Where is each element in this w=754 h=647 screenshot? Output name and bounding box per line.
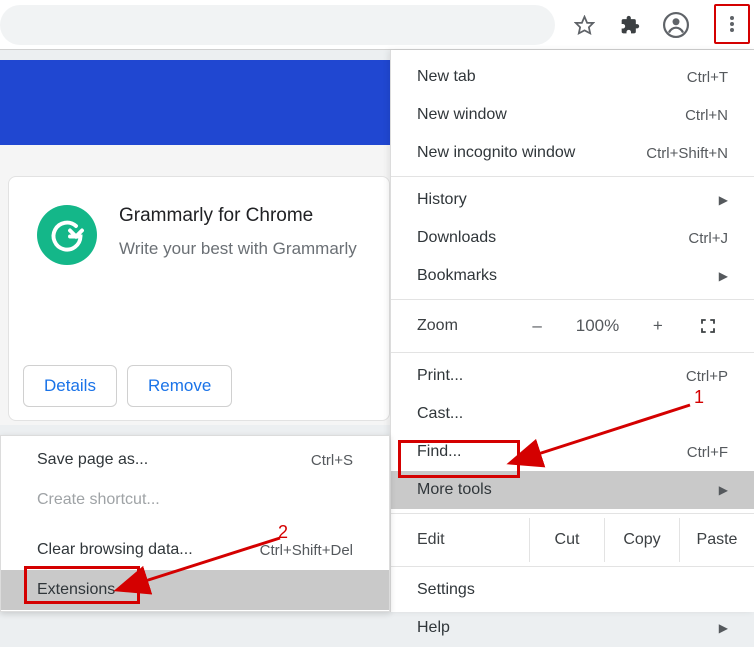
menu-label: Print... <box>417 367 463 385</box>
menu-label: Find... <box>417 443 461 461</box>
submenu-save-page[interactable]: Save page as... Ctrl+S <box>1 440 389 480</box>
more-menu-button[interactable] <box>714 4 750 44</box>
remove-button[interactable]: Remove <box>127 365 232 407</box>
menu-help[interactable]: Help ▶ <box>391 609 754 647</box>
kebab-dot-icon <box>730 22 734 26</box>
menu-shortcut: Ctrl+F <box>687 444 728 461</box>
menu-new-window[interactable]: New window Ctrl+N <box>391 96 754 134</box>
extension-title: Grammarly for Chrome <box>119 205 313 227</box>
menu-label: Cast... <box>417 405 463 423</box>
extension-card: Grammarly for Chrome Write your best wit… <box>8 176 390 421</box>
menu-separator <box>391 352 754 353</box>
grammarly-logo-icon <box>37 205 97 265</box>
menu-separator <box>391 299 754 300</box>
submenu-arrow-icon: ▶ <box>719 269 728 283</box>
submenu-label: Extensions <box>37 581 115 599</box>
menu-bookmarks[interactable]: Bookmarks ▶ <box>391 257 754 295</box>
star-icon[interactable] <box>568 9 600 41</box>
chrome-main-menu: New tab Ctrl+T New window Ctrl+N New inc… <box>390 50 754 612</box>
menu-label: New incognito window <box>417 144 575 162</box>
menu-zoom: Zoom – 100% + <box>391 304 754 348</box>
store-banner <box>0 60 390 145</box>
menu-label: Settings <box>417 581 475 599</box>
submenu-label: Clear browsing data... <box>37 541 193 559</box>
menu-shortcut: Ctrl+N <box>685 107 728 124</box>
submenu-arrow-icon: ▶ <box>719 193 728 207</box>
menu-edit: Edit Cut Copy Paste <box>391 518 754 562</box>
menu-shortcut: Ctrl+J <box>688 230 728 247</box>
menu-label: New window <box>417 106 507 124</box>
menu-incognito[interactable]: New incognito window Ctrl+Shift+N <box>391 134 754 172</box>
menu-shortcut: Ctrl+T <box>687 69 728 86</box>
extensions-icon[interactable] <box>614 9 646 41</box>
submenu-arrow-icon: ▶ <box>719 621 728 635</box>
menu-shortcut: Ctrl+Shift+N <box>646 145 728 162</box>
submenu-shortcut: Ctrl+Shift+Del <box>260 542 353 559</box>
edit-paste-button[interactable]: Paste <box>679 518 754 562</box>
menu-settings[interactable]: Settings <box>391 571 754 609</box>
menu-label: History <box>417 191 467 209</box>
menu-label: Downloads <box>417 229 496 247</box>
browser-toolbar <box>0 0 754 50</box>
edit-copy-button[interactable]: Copy <box>604 518 679 562</box>
zoom-out-button[interactable]: – <box>507 316 567 336</box>
submenu-create-shortcut: Create shortcut... <box>1 480 389 520</box>
more-tools-submenu: Save page as... Ctrl+S Create shortcut..… <box>0 435 390 612</box>
submenu-arrow-icon: ▶ <box>719 483 728 497</box>
menu-label: Bookmarks <box>417 267 497 285</box>
profile-icon[interactable] <box>660 9 692 41</box>
submenu-label: Save page as... <box>37 451 148 469</box>
menu-label: More tools <box>417 481 492 499</box>
zoom-value: 100% <box>567 316 627 336</box>
menu-new-tab[interactable]: New tab Ctrl+T <box>391 58 754 96</box>
kebab-dot-icon <box>730 16 734 20</box>
extension-subtitle: Write your best with Grammarly <box>119 239 357 259</box>
menu-separator <box>391 513 754 514</box>
menu-shortcut: Ctrl+P <box>686 368 728 385</box>
annotation-number-2: 2 <box>278 522 288 543</box>
menu-downloads[interactable]: Downloads Ctrl+J <box>391 219 754 257</box>
menu-find[interactable]: Find... Ctrl+F <box>391 433 754 471</box>
zoom-in-button[interactable]: + <box>628 316 688 336</box>
menu-label: Help <box>417 619 450 637</box>
submenu-extensions[interactable]: Extensions <box>1 570 389 610</box>
details-button[interactable]: Details <box>23 365 117 407</box>
kebab-dot-icon <box>730 28 734 32</box>
edit-label: Edit <box>391 531 529 549</box>
edit-cut-button[interactable]: Cut <box>529 518 604 562</box>
menu-separator <box>391 566 754 567</box>
zoom-label: Zoom <box>417 317 507 335</box>
menu-label: New tab <box>417 68 476 86</box>
submenu-clear-browsing-data[interactable]: Clear browsing data... Ctrl+Shift+Del <box>1 530 389 570</box>
menu-history[interactable]: History ▶ <box>391 181 754 219</box>
menu-separator <box>391 176 754 177</box>
menu-more-tools[interactable]: More tools ▶ <box>391 471 754 509</box>
submenu-label: Create shortcut... <box>37 491 160 509</box>
fullscreen-button[interactable] <box>688 317 728 335</box>
annotation-number-1: 1 <box>694 387 704 408</box>
submenu-shortcut: Ctrl+S <box>311 452 353 469</box>
omnibox[interactable] <box>0 5 555 45</box>
